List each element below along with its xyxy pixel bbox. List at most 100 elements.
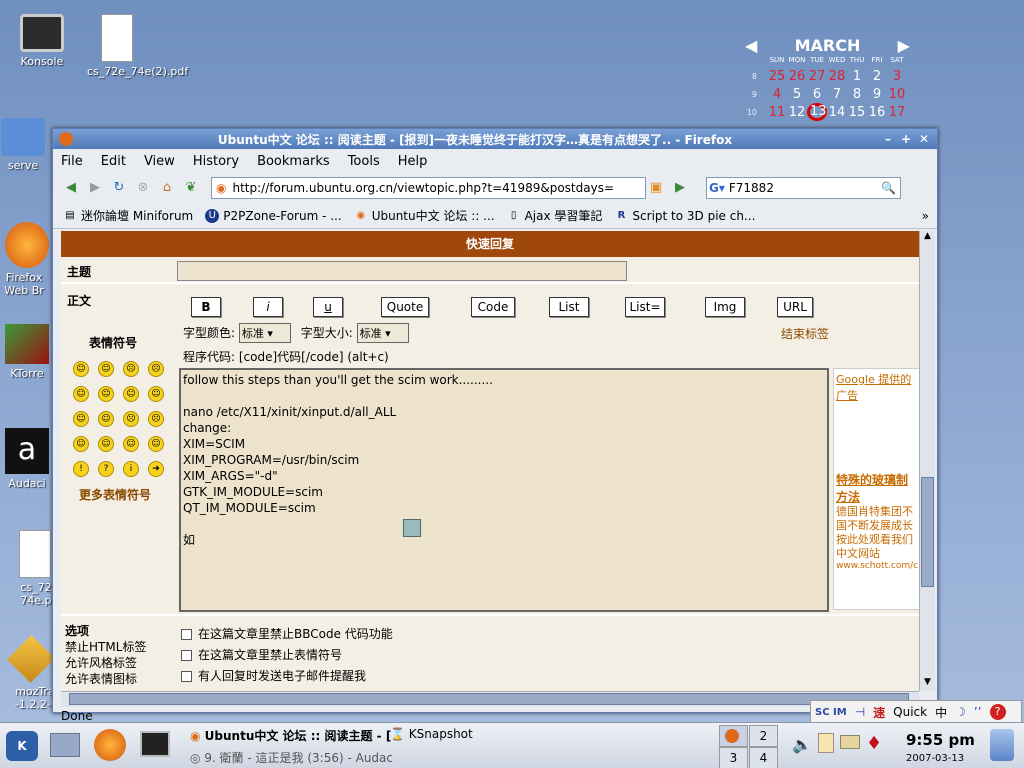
smiley-icon[interactable]: ☹ <box>123 361 139 377</box>
maximize-icon[interactable]: + <box>899 132 913 146</box>
volume-icon[interactable]: 🔈 <box>792 735 812 754</box>
firefox-launcher-icon[interactable] <box>94 729 126 761</box>
bold-button[interactable]: B <box>191 297 221 317</box>
smiley-icon[interactable]: ☺ <box>98 411 114 427</box>
ad-title[interactable]: 特殊的玻璃制 方法 <box>834 471 919 505</box>
menu-tools[interactable]: Tools <box>348 154 380 169</box>
font-size-select[interactable]: 标准 ▾ <box>356 323 409 343</box>
disable-bbcode-checkbox[interactable]: 在这篇文章里禁止BBCode 代码功能 <box>181 624 919 645</box>
home-icon[interactable]: ⌂ <box>157 178 177 198</box>
desktop-3[interactable]: 3 <box>719 747 748 768</box>
bookmark-item[interactable]: ▯ Ajax 學習筆記 <box>507 207 603 224</box>
konsole-launcher-icon[interactable] <box>140 731 170 757</box>
bookmark-item[interactable]: ◉ Ubuntu中文 论坛 :: ... <box>354 207 494 224</box>
smiley-icon[interactable]: ☺ <box>123 386 139 402</box>
klipper-icon[interactable] <box>818 733 834 753</box>
italic-button[interactable]: i <box>253 297 283 317</box>
search-icon[interactable]: 🔍 <box>881 181 896 195</box>
half-width-icon[interactable]: ☽ <box>955 705 966 719</box>
window-titlebar[interactable]: Ubuntu中文 论坛 :: 阅读主题 - [报到]一夜未睡觉终于能打汉字…真是… <box>53 129 937 149</box>
reload-icon[interactable]: ↻ <box>109 178 129 198</box>
mail-icon[interactable] <box>840 735 860 749</box>
url-button[interactable]: URL <box>777 297 813 317</box>
img-button[interactable]: Img <box>705 297 745 317</box>
menu-file[interactable]: File <box>61 154 83 169</box>
smiley-icon[interactable]: ☺ <box>73 411 89 427</box>
smiley-icon[interactable]: ☹ <box>148 361 164 377</box>
smiley-icon[interactable]: ☺ <box>98 386 114 402</box>
task-audacious[interactable]: ◎ 9. 衛蘭 - 這正是我 (3:56) - Audac <box>190 749 393 766</box>
exclaim-icon[interactable]: ! <box>73 461 89 477</box>
help-icon[interactable]: ? <box>989 704 1006 720</box>
smiley-icon[interactable]: ☺ <box>148 386 164 402</box>
desktop-4[interactable]: 4 <box>749 747 778 768</box>
smiley-icon[interactable]: ☹ <box>123 411 139 427</box>
menu-history[interactable]: History <box>193 154 239 169</box>
leaf-icon[interactable]: ❦ <box>181 178 201 198</box>
hscroll-thumb[interactable] <box>69 693 909 705</box>
disable-smilies-checkbox[interactable]: 在这篇文章里禁止表情符号 <box>181 645 919 666</box>
smiley-icon[interactable]: ☺ <box>73 361 89 377</box>
quote-button[interactable]: Quote <box>381 297 429 317</box>
menu-bookmarks[interactable]: Bookmarks <box>257 154 330 169</box>
bookmark-item[interactable]: R Script to 3D pie ch... <box>614 209 756 223</box>
idea-icon[interactable]: i <box>123 461 139 477</box>
smiley-icon[interactable]: ☺ <box>98 361 114 377</box>
smiley-icon[interactable]: ☺ <box>73 436 89 452</box>
vertical-scrollbar[interactable]: ▲ ▼ <box>919 231 935 691</box>
smiley-icon[interactable]: ☹ <box>148 411 164 427</box>
scim-floating-icon[interactable] <box>403 519 421 537</box>
scim-pin-icon[interactable]: ⊣ <box>855 705 865 719</box>
smiley-icon[interactable]: ☺ <box>73 386 89 402</box>
menu-view[interactable]: View <box>144 154 175 169</box>
close-icon[interactable]: ✕ <box>917 132 931 146</box>
scim-panel[interactable]: SC IM ⊣ 速 Quick 中 ☽ ’’ ? <box>810 700 1022 724</box>
more-emoticons-link[interactable]: 更多表情符号 <box>79 486 151 503</box>
scroll-down-icon[interactable]: ▼ <box>920 677 935 691</box>
next-month-icon[interactable]: ▶ <box>898 36 910 55</box>
ruby-icon[interactable]: ♦ <box>866 733 882 754</box>
menu-edit[interactable]: Edit <box>101 154 126 169</box>
scroll-thumb[interactable] <box>921 477 934 587</box>
scim-logo-icon[interactable]: SC IM <box>815 707 847 718</box>
go-icon[interactable]: ▶ <box>670 178 690 198</box>
message-textarea[interactable]: follow this steps than you'll get the sc… <box>179 368 829 612</box>
desktop-icon-pdf[interactable]: cs_72e_74e(2).pdf <box>72 14 188 78</box>
scim-mode[interactable]: Quick <box>893 705 927 719</box>
underline-button[interactable]: u <box>313 297 343 317</box>
url-bar[interactable]: ◉ http://forum.ubuntu.org.cn/viewtopic.p… <box>211 177 646 199</box>
kmenu-icon[interactable]: K <box>6 731 38 761</box>
chevron-more-icon[interactable]: » <box>922 209 929 223</box>
scim-speed-icon[interactable]: 速 <box>873 704 885 721</box>
list-button[interactable]: List <box>549 297 589 317</box>
punctuation-icon[interactable]: ’’ <box>974 705 982 719</box>
question-icon[interactable]: ? <box>98 461 114 477</box>
smiley-icon[interactable]: ☺ <box>98 436 114 452</box>
trash-icon[interactable] <box>990 729 1014 761</box>
code-button[interactable]: Code <box>471 297 515 317</box>
forward-icon[interactable]: ▶ <box>85 178 105 198</box>
prev-month-icon[interactable]: ◀ <box>745 36 757 55</box>
back-icon[interactable]: ◀ <box>61 178 81 198</box>
rss-icon[interactable]: ▣ <box>646 178 666 198</box>
stop-icon[interactable]: ⊗ <box>133 178 153 198</box>
smiley-icon[interactable]: ☺ <box>148 436 164 452</box>
clock-time[interactable]: 9:55 pm <box>906 731 975 749</box>
smiley-icon[interactable]: ☺ <box>123 436 139 452</box>
arrow-icon[interactable]: ➜ <box>148 461 164 477</box>
scim-lang[interactable]: 中 <box>935 704 947 721</box>
task-firefox[interactable]: ◉ Ubuntu中文 论坛 :: 阅读主题 - [ <box>190 727 391 744</box>
task-ksnapshot[interactable]: ⌛ KSnapshot <box>390 727 473 741</box>
desktop-2[interactable]: 2 <box>749 725 778 747</box>
search-input[interactable]: G▾ F71882 🔍 <box>706 177 901 199</box>
subject-input[interactable] <box>177 261 627 281</box>
menu-help[interactable]: Help <box>398 154 428 169</box>
notify-checkbox[interactable]: 有人回复时发送电子邮件提醒我 <box>181 666 919 687</box>
minimize-icon[interactable]: – <box>881 132 895 146</box>
font-color-select[interactable]: 标准 ▾ <box>238 323 291 343</box>
system-icon[interactable] <box>50 733 80 757</box>
list-ordered-button[interactable]: List= <box>625 297 665 317</box>
bookmark-item[interactable]: ▤ 迷你論壇 Miniforum <box>63 207 193 224</box>
horizontal-scrollbar[interactable] <box>61 691 919 707</box>
close-tags-link[interactable]: 结束标签 <box>781 325 829 342</box>
